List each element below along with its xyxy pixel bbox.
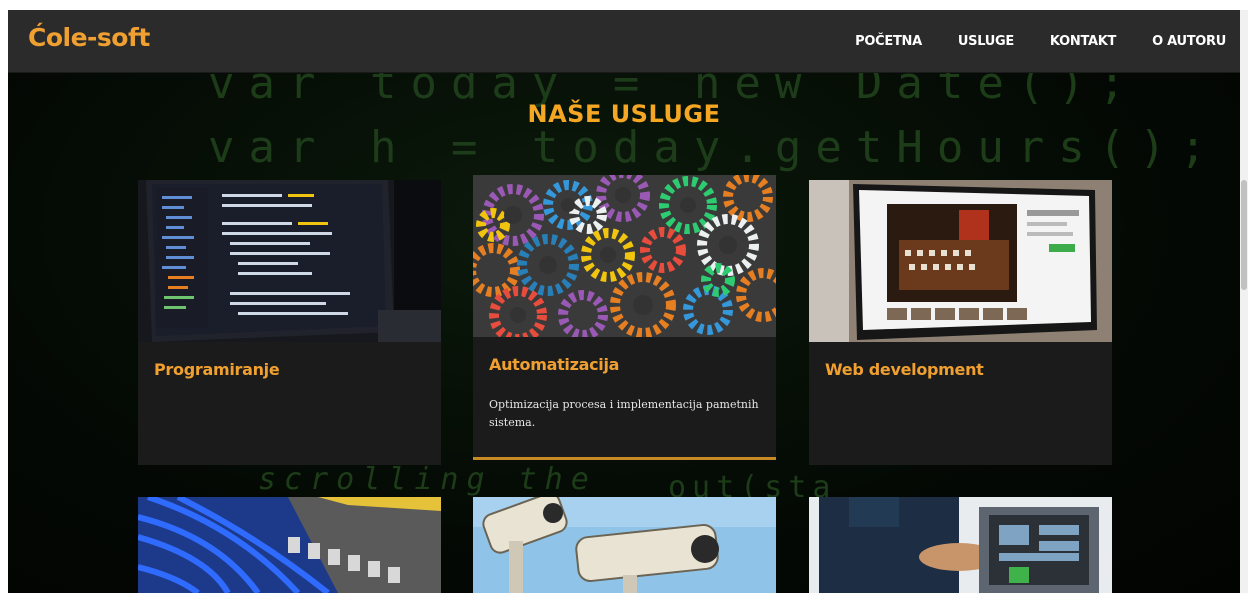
laptop-code-image xyxy=(138,180,441,342)
web-monitor-image xyxy=(809,180,1112,342)
service-card-video-surveillance[interactable] xyxy=(473,497,776,593)
section-title: NAŠE USLUGE xyxy=(527,100,721,128)
nav-link-kontakt[interactable]: KONTAKT xyxy=(1050,34,1116,49)
service-card-programiranje[interactable]: Programiranje xyxy=(138,180,441,465)
service-card-hardware[interactable] xyxy=(809,497,1112,593)
top-navbar: Ćole-soft POČETNA USLUGE KONTAKT O AUTOR… xyxy=(8,10,1240,72)
page-viewport: var today = new Date(); var h = today.ge… xyxy=(8,10,1240,593)
nav-menu: POČETNA USLUGE KONTAKT O AUTORU xyxy=(855,10,1226,72)
nav-link-usluge[interactable]: USLUGE xyxy=(958,34,1014,49)
colorful-gears-image xyxy=(473,175,776,337)
code-line-2: var h = today.getHours(); xyxy=(208,122,1221,173)
service-card-web-development[interactable]: Web development xyxy=(809,180,1112,465)
code-line-3: scrolling the xyxy=(258,462,597,497)
vertical-scrollbar[interactable] xyxy=(1240,10,1248,593)
scrollbar-thumb[interactable] xyxy=(1241,180,1247,290)
card-title: Web development xyxy=(825,360,984,379)
service-card-automatizacija[interactable]: Automatizacija Optimizacija procesa i im… xyxy=(473,175,776,460)
card-title: Programiranje xyxy=(154,360,280,379)
card-title: Automatizacija xyxy=(489,355,620,374)
brand-logo[interactable]: Ćole-soft xyxy=(28,23,150,52)
service-card-networking[interactable] xyxy=(138,497,441,593)
card-description: Optimizacija procesa i implementacija pa… xyxy=(489,398,759,429)
computer-repair-image xyxy=(809,497,1112,593)
nav-link-o-autoru[interactable]: O AUTORU xyxy=(1152,34,1226,49)
nav-link-pocetna[interactable]: POČETNA xyxy=(855,34,922,49)
network-cables-image xyxy=(138,497,441,593)
security-cameras-image xyxy=(473,497,776,593)
